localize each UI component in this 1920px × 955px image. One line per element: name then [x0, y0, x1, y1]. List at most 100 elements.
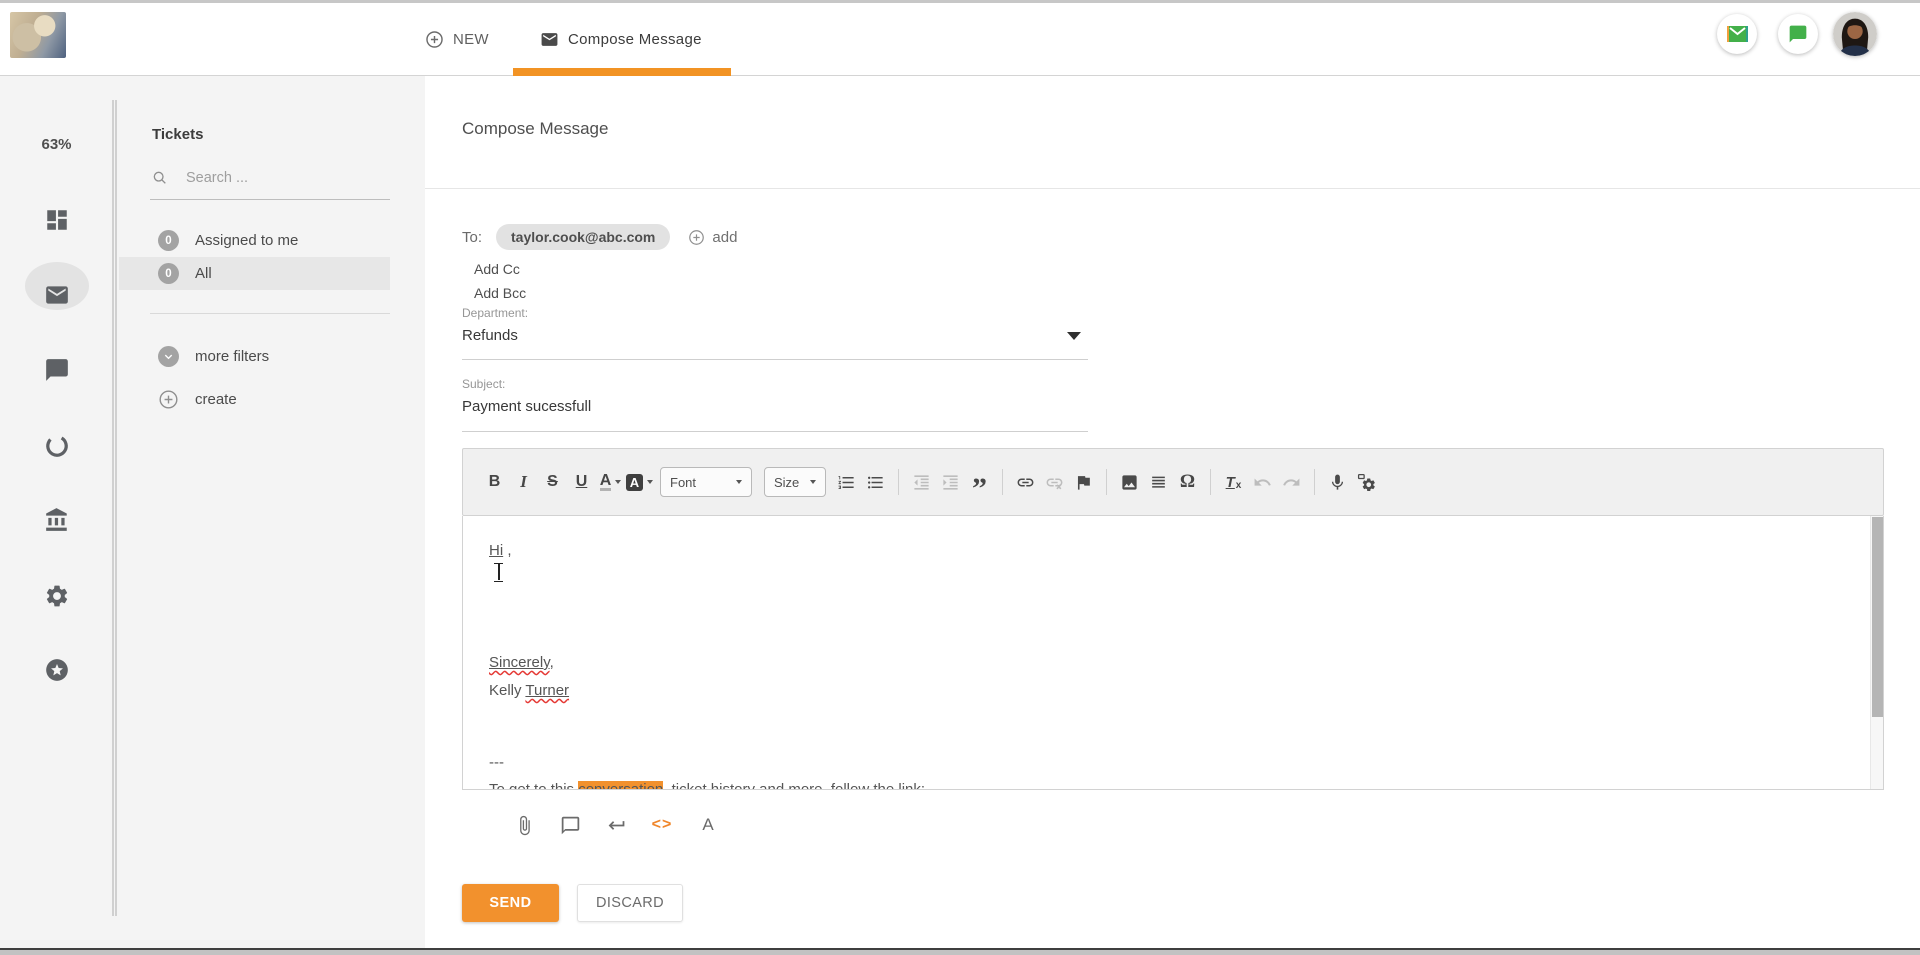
filter-all[interactable]: 0 All	[119, 257, 390, 290]
filter-label: All	[195, 265, 212, 282]
outdent-button[interactable]	[908, 467, 935, 497]
bullet-list-button[interactable]	[862, 467, 889, 497]
source-code-toggle[interactable]: <>	[651, 813, 673, 837]
remove-format-button[interactable]: T x	[1220, 467, 1247, 497]
tab-new[interactable]: NEW	[425, 3, 489, 75]
indent-button[interactable]	[937, 467, 964, 497]
messages-button[interactable]	[1717, 14, 1757, 54]
sidebar-item-refresh[interactable]	[0, 433, 113, 459]
sidebar-item-settings[interactable]	[0, 583, 113, 609]
field-underline	[462, 359, 1088, 360]
filter-label: Assigned to me	[195, 232, 298, 249]
ordered-list-button[interactable]	[833, 467, 860, 497]
unlink-button[interactable]	[1041, 467, 1068, 497]
insert-return-button[interactable]	[605, 813, 627, 837]
create-button[interactable]: create	[119, 383, 390, 416]
attach-file-button[interactable]	[513, 813, 535, 837]
green-mail-icon	[1726, 25, 1749, 43]
discard-button[interactable]: DISCARD	[577, 884, 683, 922]
send-button[interactable]: SEND	[462, 884, 559, 922]
gear-box-icon	[1357, 473, 1376, 492]
filter-assigned-to-me[interactable]: 0 Assigned to me	[119, 224, 390, 257]
dropdown-caret-icon	[810, 480, 816, 484]
add-cc-button[interactable]: Add Cc	[474, 261, 520, 277]
anchor-flag-button[interactable]	[1070, 467, 1097, 497]
subject-value[interactable]: Payment sucessfull	[462, 398, 1088, 415]
italic-button[interactable]: I	[510, 467, 537, 497]
panel-scrollbar[interactable]	[112, 100, 117, 916]
blockquote-button[interactable]: ”	[966, 467, 993, 497]
subject-field: Subject: Payment sucessfull	[462, 377, 1088, 415]
microphone-icon	[1328, 473, 1347, 492]
insert-link-button[interactable]	[1012, 467, 1039, 497]
canned-response-button[interactable]	[559, 813, 581, 837]
scrollbar-thumb[interactable]	[1872, 517, 1883, 717]
text-cursor	[494, 563, 503, 580]
underline-button[interactable]: U	[568, 467, 595, 497]
refresh-icon	[44, 433, 70, 459]
search-underline	[150, 199, 390, 200]
text-color-button[interactable]: A	[597, 467, 624, 497]
recipient-chip[interactable]: taylor.cook@abc.com	[496, 224, 670, 250]
organization-icon	[44, 507, 70, 533]
toolbar-separator	[1002, 469, 1003, 495]
message-body-editor[interactable]: Hi , Sincerely, Kelly Turner --- To get …	[462, 516, 1884, 790]
add-recipient-button[interactable]: add	[688, 229, 737, 246]
font-select[interactable]: Font	[660, 467, 752, 497]
signature-line: Kelly Turner	[489, 681, 569, 701]
app-header: NEW Compose Message	[0, 3, 1920, 76]
outdent-icon	[912, 473, 931, 492]
speech-bubble-icon	[560, 815, 581, 836]
to-label: To:	[462, 229, 482, 246]
toolbar-separator	[898, 469, 899, 495]
envelope-icon	[540, 30, 559, 49]
dropdown-caret-icon[interactable]	[1067, 332, 1081, 340]
toolbar-separator	[1314, 469, 1315, 495]
divider	[425, 188, 1920, 189]
tab-compose-message[interactable]: Compose Message	[540, 3, 702, 75]
department-label: Department:	[462, 306, 1088, 320]
undo-button[interactable]	[1249, 467, 1276, 497]
sidebar-item-dashboard[interactable]	[0, 207, 113, 233]
bold-button[interactable]: B	[481, 467, 508, 497]
dictate-button[interactable]	[1324, 467, 1351, 497]
sidebar-item-chat[interactable]	[0, 357, 113, 383]
profile-button[interactable]	[1833, 12, 1877, 56]
sidebar-item-mail[interactable]	[0, 282, 113, 308]
create-label: create	[195, 391, 237, 408]
app-logo[interactable]	[10, 12, 66, 58]
sidebar-item-favorites[interactable]	[0, 657, 113, 683]
mail-icon	[44, 282, 70, 308]
special-character-button[interactable]: Ω	[1174, 467, 1201, 497]
plus-circle-icon	[158, 389, 179, 410]
insert-image-button[interactable]	[1116, 467, 1143, 497]
image-icon	[1120, 473, 1139, 492]
subject-label: Subject:	[462, 377, 1088, 391]
add-label: add	[712, 229, 737, 246]
flag-icon	[1074, 473, 1093, 492]
dropdown-caret-icon	[647, 480, 653, 484]
size-select[interactable]: Size	[764, 467, 826, 497]
undo-icon	[1253, 473, 1272, 492]
toolbar-separator	[1210, 469, 1211, 495]
strikethrough-button[interactable]: S	[539, 467, 566, 497]
department-value[interactable]: Refunds	[462, 327, 1088, 344]
chats-button[interactable]	[1778, 14, 1818, 54]
editor-settings-button[interactable]	[1353, 467, 1380, 497]
search-input[interactable]	[186, 170, 386, 186]
settings-icon	[44, 583, 70, 609]
redo-button[interactable]	[1278, 467, 1305, 497]
paperclip-icon	[514, 815, 535, 836]
return-arrow-icon	[606, 815, 627, 836]
plain-text-toggle[interactable]: A	[697, 813, 719, 837]
editor-scrollbar[interactable]	[1870, 516, 1883, 789]
sidebar-item-organization[interactable]	[0, 507, 113, 533]
count-badge: 0	[158, 230, 179, 251]
plus-circle-icon	[425, 30, 444, 49]
count-badge: 0	[158, 263, 179, 284]
add-bcc-button[interactable]: Add Bcc	[474, 285, 526, 301]
field-underline	[462, 431, 1088, 432]
background-color-button[interactable]: A	[626, 467, 653, 497]
horizontal-rule-button[interactable]	[1145, 467, 1172, 497]
more-filters-button[interactable]: more filters	[119, 340, 390, 373]
